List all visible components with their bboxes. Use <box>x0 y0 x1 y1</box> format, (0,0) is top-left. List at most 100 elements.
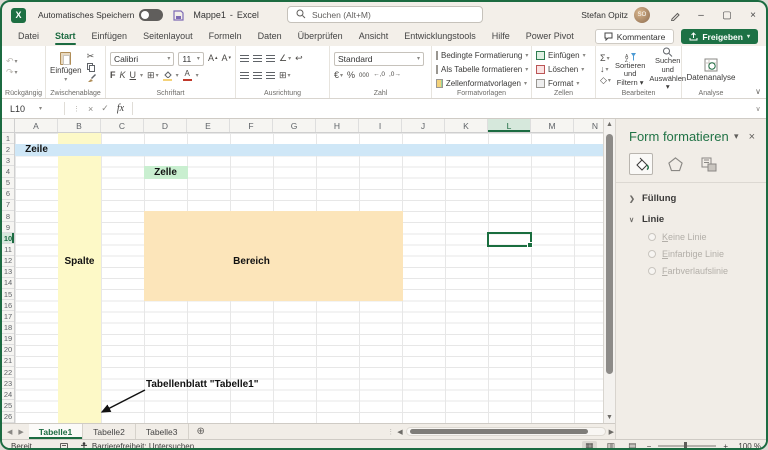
maximize-button[interactable]: ▢ <box>714 2 740 28</box>
line-option-solid[interactable]: Einfarbige Linie <box>616 242 766 259</box>
align-bottom-icon[interactable] <box>266 55 275 62</box>
column-header-e[interactable]: E <box>187 119 230 132</box>
save-icon[interactable] <box>173 9 184 21</box>
percent-icon[interactable]: % <box>347 71 355 80</box>
row-header-21[interactable]: 21 <box>2 356 14 367</box>
name-box-dropdown-icon[interactable]: ▾ <box>39 105 42 112</box>
row-header-22[interactable]: 22 <box>2 367 14 379</box>
tab-start[interactable]: Start <box>47 30 84 45</box>
align-top-icon[interactable] <box>240 55 249 62</box>
line-option-gradient[interactable]: Farbverlaufslinie <box>616 259 766 276</box>
wrap-text-icon[interactable]: ↩ <box>295 54 303 63</box>
row-header-19[interactable]: 19 <box>2 334 14 345</box>
share-button[interactable]: Freigeben ▾ <box>681 29 758 44</box>
row-header-8[interactable]: 8 <box>2 211 14 223</box>
zoom-level[interactable]: 100 % <box>735 442 761 449</box>
insert-cells-button[interactable]: Einfügen ▾ <box>536 50 591 62</box>
user-avatar[interactable]: SO <box>634 7 650 23</box>
name-box[interactable]: L10 ▾ <box>2 99 64 118</box>
tab-ansicht[interactable]: Ansicht <box>351 30 397 44</box>
row-header-12[interactable]: 12 <box>2 256 14 267</box>
size-properties-tool-icon[interactable] <box>697 153 721 175</box>
format-as-table-button[interactable]: Als Tabelle formatieren ▾ <box>436 64 528 76</box>
column-header-d[interactable]: D <box>144 119 187 132</box>
sheet-tab-tabelle1[interactable]: Tabelle1 <box>28 424 84 439</box>
sheet-tab-tabelle2[interactable]: Tabelle2 <box>83 424 136 439</box>
thousands-icon[interactable]: 000 <box>359 73 369 79</box>
user-name[interactable]: Stefan Opitz <box>581 10 628 20</box>
autosum-icon[interactable]: Σ ▾ <box>600 54 611 63</box>
decrease-decimal-icon[interactable]: ,0→ <box>389 72 401 79</box>
fill-section-toggle[interactable]: ❯ Füllung <box>616 183 766 204</box>
row-header-23[interactable]: 23 <box>2 378 14 390</box>
row-header-18[interactable]: 18 <box>2 322 14 334</box>
cut-icon[interactable]: ✂ <box>87 51 96 61</box>
grow-font-icon[interactable]: A ▴ <box>208 54 218 63</box>
row-header-24[interactable]: 24 <box>2 389 14 401</box>
vertical-scroll-thumb[interactable] <box>606 134 613 374</box>
tab-einfuegen[interactable]: Einfügen <box>84 30 136 44</box>
format-painter-icon[interactable] <box>87 73 96 83</box>
font-family-select[interactable]: Calibri ▾ <box>110 51 175 66</box>
scroll-left-icon[interactable]: ◀ <box>397 428 402 436</box>
zoom-in-icon[interactable]: + <box>723 442 728 449</box>
page-break-view-icon[interactable]: ▤ <box>625 441 640 449</box>
close-button[interactable]: × <box>740 2 766 28</box>
column-header-f[interactable]: F <box>230 119 273 132</box>
font-color-icon[interactable]: A <box>182 70 192 81</box>
row-header-7[interactable]: 7 <box>2 200 14 211</box>
collapse-ribbon-icon[interactable]: ∨ <box>755 87 761 96</box>
pane-options-icon[interactable]: ▾ <box>729 131 744 142</box>
row-header-25[interactable]: 25 <box>2 400 14 412</box>
line-section-toggle[interactable]: ∨ Linie <box>616 204 766 225</box>
column-header-a[interactable]: A <box>15 119 58 132</box>
column-header-j[interactable]: J <box>402 119 445 132</box>
column-header-i[interactable]: I <box>359 119 402 132</box>
cells-area[interactable]: Zeile Spalte Zelle Bereich <box>15 133 603 423</box>
format-cells-button[interactable]: Format ▾ <box>536 77 591 89</box>
row-header-5[interactable]: 5 <box>2 178 14 189</box>
align-center-icon[interactable] <box>253 72 262 79</box>
number-format-select[interactable]: Standard ▾ <box>334 51 424 66</box>
autosave-toggle[interactable] <box>139 9 164 21</box>
horizontal-scroll-thumb[interactable] <box>409 429 588 434</box>
tab-seitenlayout[interactable]: Seitenlayout <box>135 30 201 44</box>
fill-icon[interactable]: ↓ ▾ <box>600 65 611 74</box>
expand-formula-bar-icon[interactable]: ∨ <box>750 99 766 118</box>
align-right-icon[interactable] <box>266 72 275 79</box>
bold-button[interactable]: F <box>110 71 116 80</box>
select-all-corner[interactable] <box>2 119 15 133</box>
comments-button[interactable]: Kommentare <box>594 29 675 44</box>
align-left-icon[interactable] <box>240 72 249 79</box>
redo-icon[interactable]: ↷ ▾ <box>6 68 41 77</box>
sort-filter-button[interactable]: AZ Sortieren und Filtern ▾ <box>615 52 645 88</box>
clear-icon[interactable]: ◇ ▾ <box>600 76 611 85</box>
tab-ueberpruefen[interactable]: Überprüfen <box>290 30 351 44</box>
row-header-9[interactable]: 9 <box>2 222 14 234</box>
page-layout-view-icon[interactable]: ▥ <box>604 441 619 449</box>
sheet-nav-left-icon[interactable]: ◀ <box>7 428 12 436</box>
row-header-15[interactable]: 15 <box>2 289 14 301</box>
italic-button[interactable]: K <box>120 71 126 80</box>
tab-power-pivot[interactable]: Power Pivot <box>518 30 582 44</box>
pane-close-icon[interactable]: × <box>744 131 760 143</box>
row-header-14[interactable]: 14 <box>2 278 14 289</box>
shrink-font-icon[interactable]: A ▾ <box>221 54 231 63</box>
accessibility-status[interactable]: Barrierefreiheit: Untersuchen <box>92 442 194 449</box>
column-header-h[interactable]: H <box>316 119 359 132</box>
paste-button[interactable]: Einfügen ▾ <box>50 51 82 83</box>
horizontal-scrollbar[interactable] <box>405 427 606 436</box>
insert-function-icon[interactable]: fx <box>117 103 124 114</box>
row-header-11[interactable]: 11 <box>2 244 14 256</box>
font-size-select[interactable]: 11 ▾ <box>178 51 204 66</box>
underline-button[interactable]: U <box>130 71 137 80</box>
delete-cells-button[interactable]: Löschen ▾ <box>536 64 591 76</box>
tab-daten[interactable]: Daten <box>250 30 290 44</box>
search-box[interactable]: Suchen (Alt+M) <box>287 6 483 23</box>
zoom-out-icon[interactable]: − <box>647 442 652 449</box>
scroll-right-icon[interactable]: ▶ <box>609 428 614 436</box>
selected-cell[interactable] <box>487 232 533 248</box>
fill-line-tool-icon[interactable] <box>629 153 653 175</box>
vertical-scrollbar[interactable]: ▲ ▼ <box>603 119 615 423</box>
copy-icon[interactable] <box>86 62 96 72</box>
